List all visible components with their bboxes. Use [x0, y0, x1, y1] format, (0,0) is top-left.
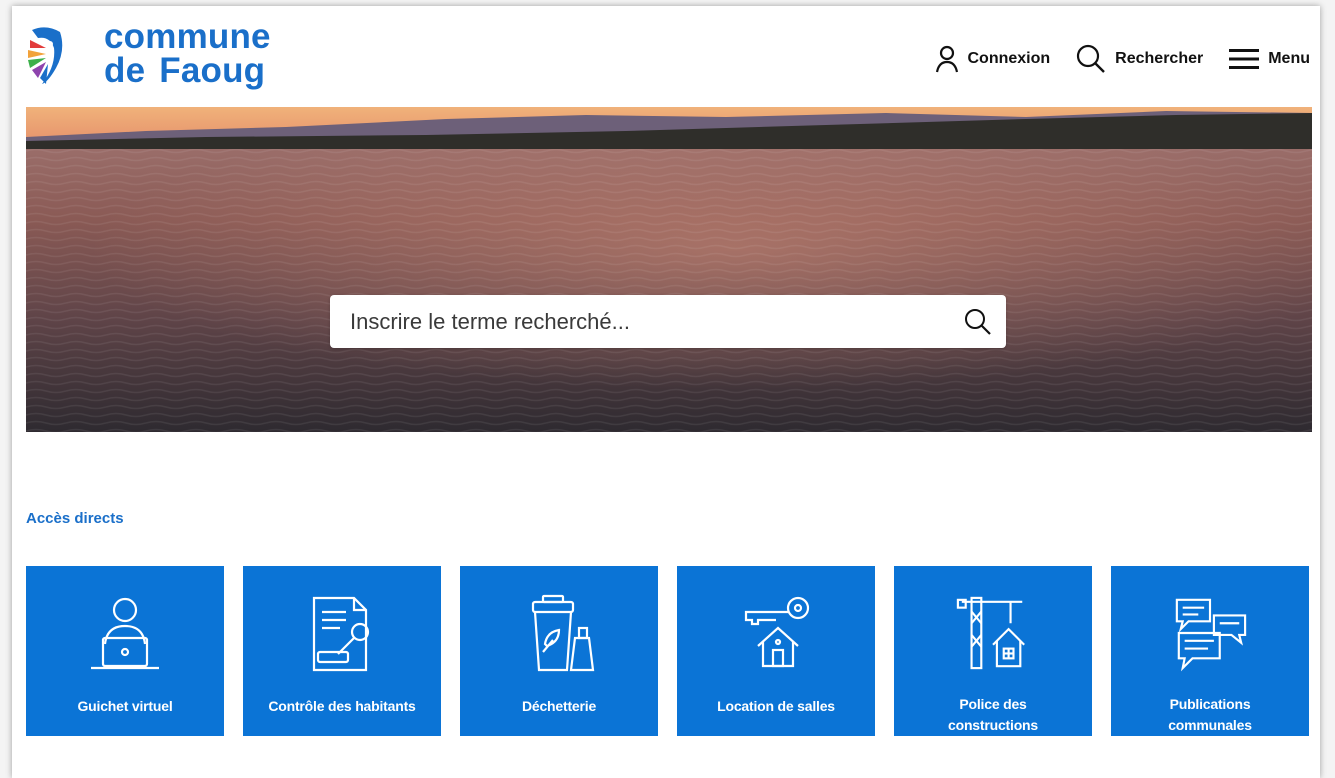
hero-search-box	[330, 294, 1006, 349]
tile-controle-des-habitants[interactable]: Contrôle des habitants	[243, 566, 441, 736]
lake-sunset-image	[26, 107, 1312, 432]
search-label: Rechercher	[1115, 50, 1204, 67]
search-input[interactable]	[330, 294, 950, 349]
user-icon	[935, 45, 958, 73]
page-frame: commune de Faoug Connexion Rechercher Me…	[12, 6, 1320, 778]
tile-label: Publications communales	[1168, 696, 1252, 733]
recycling-bin-icon	[531, 594, 595, 672]
tile-label: Déchetterie	[521, 698, 597, 714]
tile-dechetterie[interactable]: Déchetterie	[460, 566, 658, 736]
hamburger-menu-icon	[1229, 49, 1260, 69]
tile-guichet-virtuel[interactable]: Guichet virtuel	[26, 566, 224, 736]
header-nav: Connexion Rechercher Menu	[935, 44, 1310, 74]
coat-of-arms-icon	[28, 27, 63, 84]
login-label: Connexion	[967, 50, 1051, 67]
crane-house-icon	[956, 596, 1025, 670]
document-stamp-icon	[312, 596, 370, 672]
login-link[interactable]: Connexion	[935, 45, 1051, 73]
quick-access-tiles: Guichet virtuel Contrôle des habitants D…	[26, 566, 1309, 736]
site-logo[interactable]: commune de Faoug	[26, 17, 271, 90]
search-submit-button[interactable]	[950, 295, 1006, 348]
speech-bubbles-icon	[1175, 598, 1247, 672]
search-icon	[1077, 44, 1106, 73]
hero-banner	[26, 107, 1312, 432]
tile-label: Guichet virtuel	[77, 698, 173, 714]
tile-location-de-salles[interactable]: Location de salles	[677, 566, 875, 736]
logo-line-1: commune	[104, 17, 271, 56]
tile-label: Contrôle des habitants	[268, 698, 416, 714]
search-icon	[965, 308, 991, 335]
menu-label: Menu	[1268, 50, 1310, 67]
tile-label: Location de salles	[717, 698, 835, 714]
tile-publications-communales[interactable]: Publications communales	[1111, 566, 1309, 736]
search-link[interactable]: Rechercher	[1076, 44, 1203, 74]
menu-button[interactable]: Menu	[1229, 48, 1310, 70]
quick-access-title: Accès directs	[26, 510, 124, 527]
logo-line-2: de Faoug	[104, 51, 266, 90]
tile-police-des-constructions[interactable]: Police des constructions	[894, 566, 1092, 736]
laptop-user-icon	[91, 597, 159, 670]
tile-label: Police des constructions	[948, 696, 1038, 733]
house-key-icon	[744, 596, 810, 668]
